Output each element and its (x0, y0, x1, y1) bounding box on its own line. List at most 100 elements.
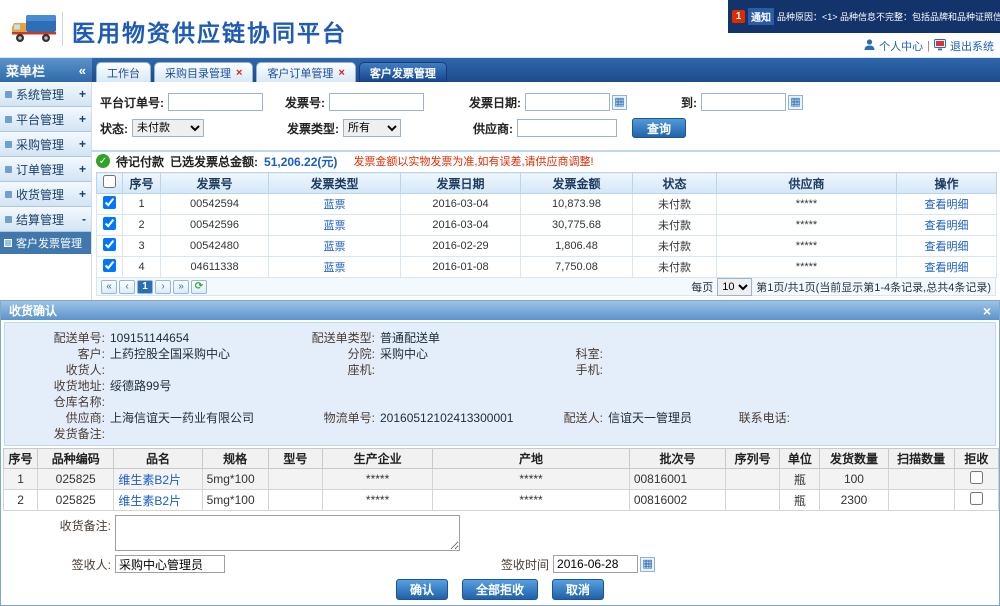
receipt-note-textarea[interactable] (115, 515, 460, 551)
expand-toggle-icon[interactable]: + (79, 187, 86, 201)
calendar-icon[interactable]: ▦ (612, 95, 627, 110)
tab-active[interactable]: 客户发票管理 (359, 62, 447, 82)
invoice-supplier: ***** (717, 257, 897, 278)
logout-link[interactable]: 退出系统 (950, 38, 994, 54)
product-name-link[interactable]: 维生素B2片 (118, 494, 181, 508)
expand-toggle-icon[interactable]: + (79, 87, 86, 101)
current-page-indicator[interactable]: 1 (137, 280, 153, 294)
first-page-button[interactable]: « (101, 280, 117, 294)
next-page-button[interactable]: › (155, 280, 171, 294)
reject-all-button[interactable]: 全部拒收 (462, 579, 538, 600)
tab-item[interactable]: 采购目录管理× (154, 62, 253, 82)
menu-bullet-icon (5, 166, 12, 173)
expand-toggle-icon[interactable]: + (79, 112, 86, 126)
field-value: 上药控股全国采购中心 (110, 347, 230, 361)
supplier-input[interactable] (517, 119, 617, 137)
calendar-icon[interactable]: ▦ (640, 557, 655, 572)
receipt-field: 收货人: (5, 361, 110, 378)
column-header: 品种编码 (38, 449, 114, 469)
receipt-field: 联系电话: (720, 409, 795, 426)
row-select-checkbox[interactable] (103, 259, 116, 272)
date-from-input[interactable] (525, 93, 610, 111)
invoice-type-select[interactable]: 所有 (343, 119, 401, 137)
row-select-checkbox[interactable] (103, 238, 116, 251)
invoice-amount: 10,873.98 (521, 194, 633, 215)
row-select-checkbox[interactable] (103, 217, 116, 230)
row-select-checkbox[interactable] (103, 196, 116, 209)
refresh-icon[interactable]: ⟳ (191, 280, 207, 294)
product-spec: 5mg*100 (202, 469, 268, 490)
tab-bar: 工作台采购目录管理×客户订单管理×客户发票管理 (96, 58, 447, 82)
collapse-sidebar-button[interactable]: « (79, 63, 86, 78)
tab-item[interactable]: 工作台 (96, 62, 151, 82)
select-all-checkbox[interactable] (103, 175, 116, 188)
column-header: 操作 (897, 173, 997, 194)
invoice-type-link[interactable]: 蓝票 (324, 241, 346, 253)
reject-checkbox[interactable] (970, 492, 983, 505)
last-page-button[interactable]: » (173, 280, 189, 294)
personal-center-link[interactable]: 个人中心 (879, 38, 923, 54)
expand-toggle-icon[interactable]: - (82, 212, 86, 226)
prev-page-button[interactable]: ‹ (119, 280, 135, 294)
sidebar-item[interactable]: 采购管理+ (0, 132, 91, 157)
product-name-link[interactable]: 维生素B2片 (118, 473, 181, 487)
invoice-supplier: ***** (717, 215, 897, 236)
sidebar-item-label: 系统管理 (16, 86, 79, 103)
receipt-field: 分院:采购中心 (295, 345, 428, 362)
invoice-type-link[interactable]: 蓝票 (324, 262, 346, 274)
reject-checkbox[interactable] (970, 471, 983, 484)
product-row: 1025825维生素B2片5mg*100**********00816001瓶1… (4, 469, 999, 490)
close-tab-icon[interactable]: × (236, 67, 242, 79)
pager-info: 每页 10 第1页/共1页(当前显示第1-4条记录,总共4条记录) (691, 278, 991, 296)
view-detail-link[interactable]: 查看明细 (925, 262, 969, 274)
sidebar-item[interactable]: 订单管理+ (0, 157, 91, 182)
sidebar-item-customer-invoice[interactable]: 客户发票管理 (0, 232, 91, 254)
sign-time-input[interactable] (553, 555, 638, 573)
app-window: 医用物资供应链协同平台 1 通知 品种原因：<1> 品种信息不完整：包括品牌和品… (0, 0, 1000, 606)
header-divider (62, 12, 63, 46)
expand-toggle-icon[interactable]: + (79, 137, 86, 151)
invoice-no-input[interactable] (329, 93, 424, 111)
invoice-date-label: 发票日期: (469, 94, 521, 111)
invoice-date: 2016-01-08 (401, 257, 521, 278)
notification-bar: 1 通知 品种原因：<1> 品种信息不完整：包括品牌和品种证照信息； (728, 0, 1000, 33)
signer-input[interactable] (115, 555, 225, 573)
confirm-button[interactable]: 确认 (396, 579, 448, 600)
view-detail-link[interactable]: 查看明细 (925, 241, 969, 253)
close-dialog-icon[interactable]: × (983, 304, 991, 318)
expand-toggle-icon[interactable]: + (79, 162, 86, 176)
platform-order-input[interactable] (168, 93, 263, 111)
column-header: 规格 (202, 449, 268, 469)
column-header: 产地 (433, 449, 630, 469)
close-tab-icon[interactable]: × (338, 67, 344, 79)
row-index: 2 (4, 490, 38, 511)
sidebar-item[interactable]: 平台管理+ (0, 107, 91, 132)
summary-bar: ✓ 待记付款 已选发票总金额: 51,206.22(元) 发票金额以实物发票为准… (92, 150, 1000, 170)
sidebar-item[interactable]: 结算管理- (0, 207, 91, 232)
sidebar-item-label: 收货管理 (16, 186, 79, 203)
per-page-select[interactable]: 10 (717, 278, 752, 296)
search-button[interactable]: 查询 (632, 118, 686, 138)
view-detail-link[interactable]: 查看明细 (925, 199, 969, 211)
sidebar-item-label: 结算管理 (16, 211, 82, 228)
tab-item[interactable]: 客户订单管理× (256, 62, 355, 82)
sidebar-item[interactable]: 收货管理+ (0, 182, 91, 207)
summary-total-value: 51,206.22(元) (264, 153, 337, 170)
field-label: 收货地址: (5, 377, 105, 394)
view-detail-link[interactable]: 查看明细 (925, 220, 969, 232)
notification-count-badge[interactable]: 1 (732, 10, 745, 23)
column-header: 发票金额 (521, 173, 633, 194)
receipt-field: 客户:上药控股全国采购中心 (5, 345, 230, 362)
date-to-input[interactable] (701, 93, 786, 111)
invoice-type-link[interactable]: 蓝票 (324, 220, 346, 232)
status-select[interactable]: 未付款 (132, 119, 204, 137)
cancel-button[interactable]: 取消 (552, 579, 604, 600)
filter-row-2: 状态: 未付款 发票类型: 所有 供应商: 查询 (92, 115, 1000, 141)
menu-bullet-icon (5, 116, 12, 123)
invoice-no-label: 发票号: (285, 94, 325, 111)
app-title: 医用物资供应链协同平台 (72, 14, 347, 48)
product-table-body: 1025825维生素B2片5mg*100**********00816001瓶1… (4, 469, 999, 511)
calendar-icon[interactable]: ▦ (788, 95, 803, 110)
sidebar-item[interactable]: 系统管理+ (0, 82, 91, 107)
invoice-type-link[interactable]: 蓝票 (324, 199, 346, 211)
